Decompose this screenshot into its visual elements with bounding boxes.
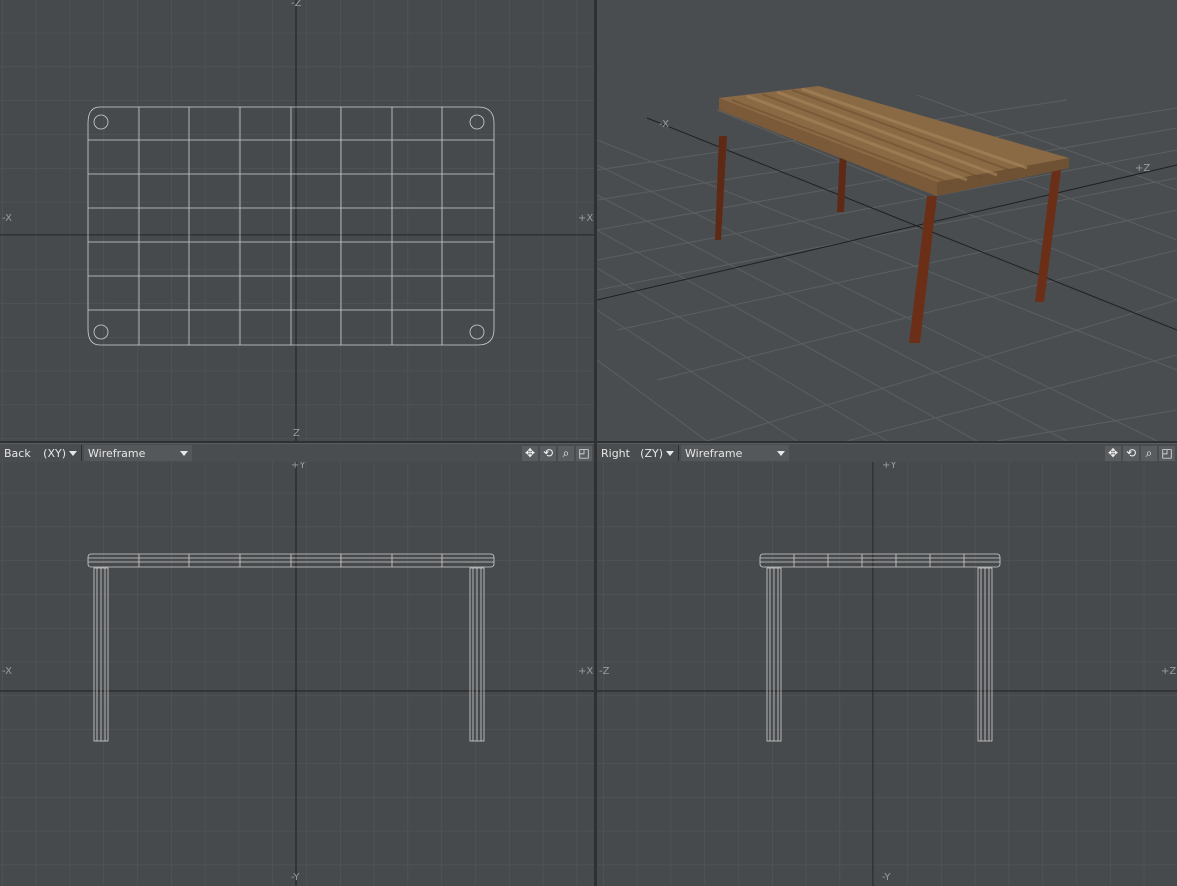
axis-label-x: -X: [659, 119, 669, 130]
back-viewport[interactable]: +Y -Y -X +X: [0, 462, 594, 886]
chevron-down-icon: [180, 450, 188, 456]
maximize-icon[interactable]: ◰: [1159, 445, 1175, 461]
chevron-down-icon: [777, 450, 785, 456]
axis-label-bottom: Z: [293, 428, 300, 439]
view-plane-label: (ZY): [640, 446, 663, 460]
axis-label-top: +Y: [882, 462, 897, 471]
axis-label-right: +X: [578, 666, 594, 677]
axis-label-z: +Z: [1135, 163, 1151, 174]
view-type-label: Right: [601, 446, 630, 460]
zoom-icon[interactable]: ⌕: [558, 445, 574, 461]
move-icon[interactable]: ✥: [522, 445, 538, 461]
maximize-icon[interactable]: ◰: [576, 445, 592, 461]
view-type-label: Back: [4, 446, 31, 460]
view-type-dropdown[interactable]: Right (ZY): [597, 445, 679, 461]
render-mode-dropdown[interactable]: Wireframe: [681, 445, 789, 461]
move-icon[interactable]: ✥: [1105, 445, 1121, 461]
table-3d-model: [715, 86, 1069, 343]
render-mode-label: Wireframe: [685, 446, 743, 460]
render-mode-label: Wireframe: [88, 446, 146, 460]
perspective-viewport[interactable]: -X +Z: [597, 0, 1177, 441]
top-viewport[interactable]: -Z Z -X +X: [0, 0, 594, 441]
axis-label-left: -X: [2, 213, 12, 224]
axis-label-left: -X: [2, 666, 12, 677]
back-viewport-toolbar: Back (XY) Wireframe ✥ ⟲ ⌕ ◰: [0, 443, 594, 463]
rotate-icon[interactable]: ⟲: [540, 445, 556, 461]
render-mode-dropdown[interactable]: Wireframe: [84, 445, 192, 461]
top-viewport-canvas: [0, 0, 594, 441]
axis-label-left: -Z: [599, 666, 610, 677]
axis-label-bottom: -Y: [882, 872, 891, 883]
right-viewport-canvas: [597, 462, 1177, 886]
view-type-dropdown[interactable]: Back (XY): [0, 445, 82, 461]
chevron-down-icon: [69, 450, 77, 456]
perspective-viewport-canvas: [597, 86, 1177, 441]
axis-label-top: -Z: [291, 0, 302, 9]
view-plane-label: (XY): [43, 446, 66, 460]
back-viewport-canvas: [0, 462, 594, 886]
axis-label-right: +Z: [1161, 666, 1177, 677]
right-viewport-toolbar: Right (ZY) Wireframe ✥ ⟲ ⌕ ◰: [597, 443, 1177, 463]
axis-label-top: +Y: [291, 462, 306, 471]
chevron-down-icon: [666, 450, 674, 456]
rotate-icon[interactable]: ⟲: [1123, 445, 1139, 461]
axis-label-right: +X: [578, 213, 594, 224]
zoom-icon[interactable]: ⌕: [1141, 445, 1157, 461]
right-viewport[interactable]: +Y -Y -Z +Z: [597, 462, 1177, 886]
axis-label-bottom: -Y: [291, 872, 300, 883]
